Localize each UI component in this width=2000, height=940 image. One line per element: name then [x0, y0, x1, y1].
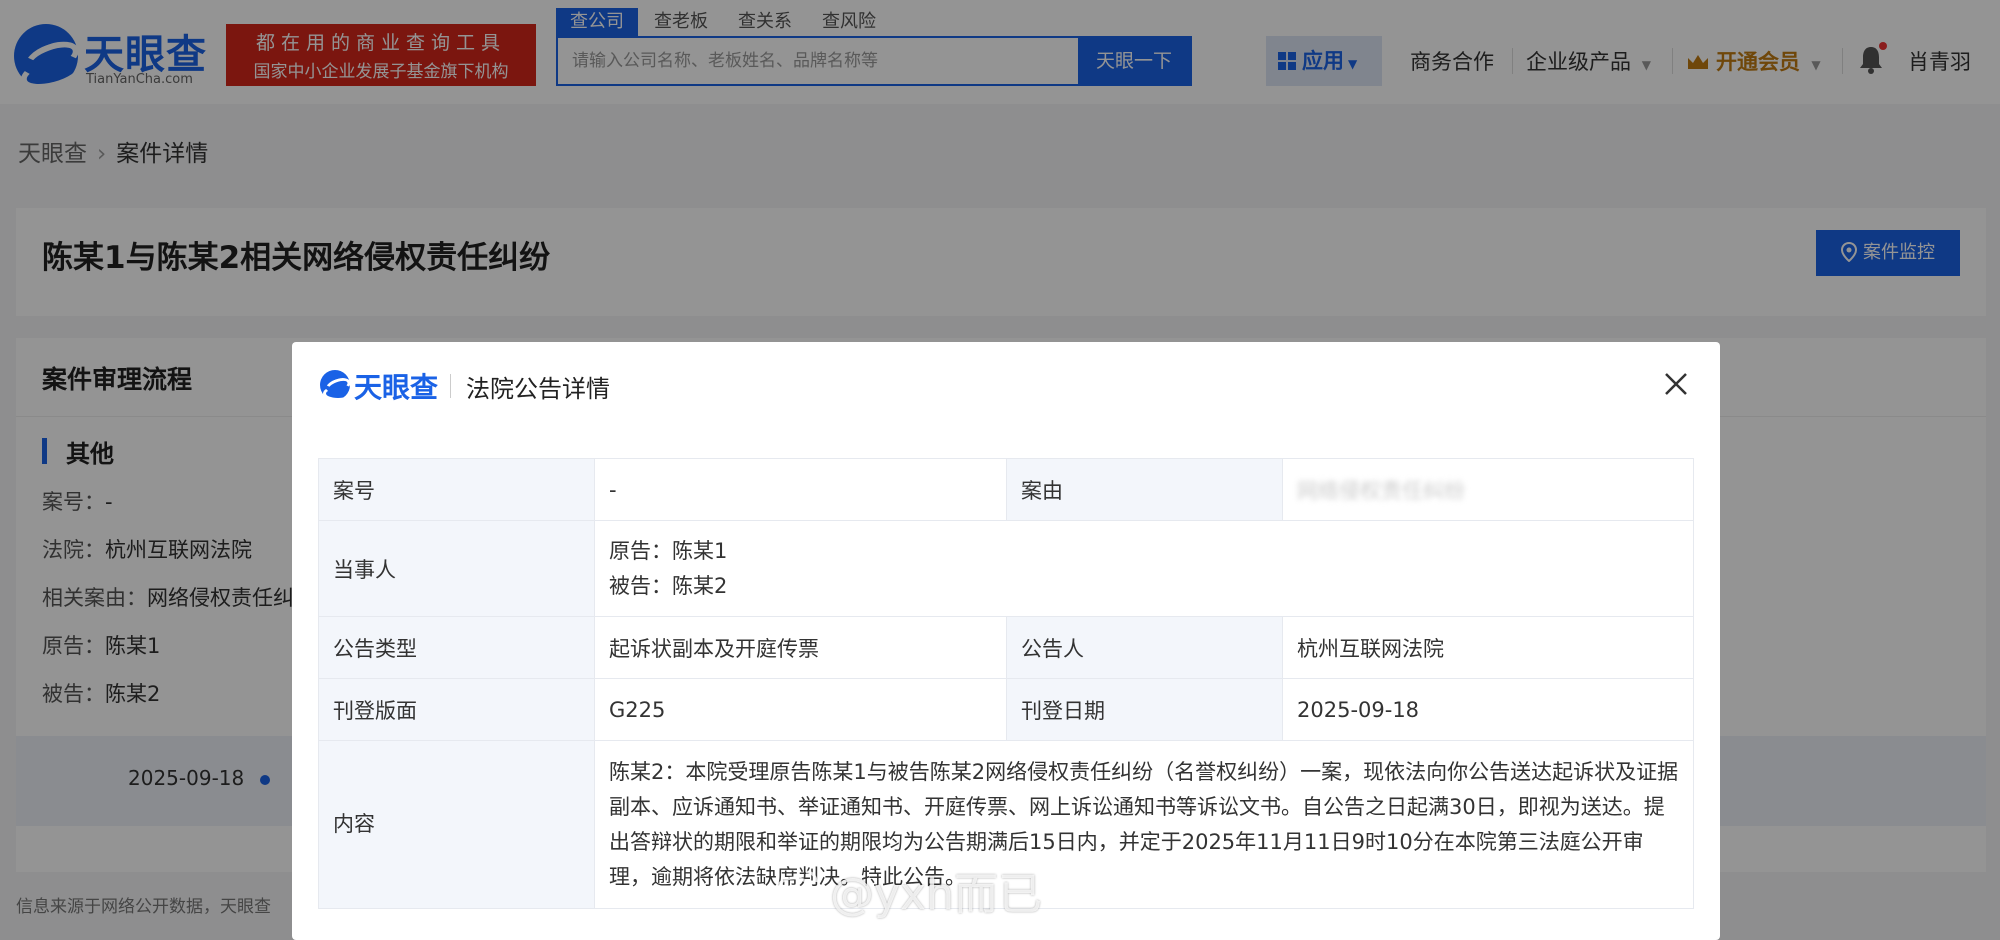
- label-notice-type: 公告类型: [318, 616, 595, 679]
- notice-detail-table: 案号 - 案由 网络侵权责任纠纷 当事人 原告：陈某1 被告：陈某2 公告类型 …: [318, 458, 1694, 909]
- label-page: 刊登版面: [318, 678, 595, 741]
- value-announcer: 杭州互联网法院: [1282, 616, 1694, 679]
- court-notice-modal: 天眼查 法院公告详情 案号 - 案由 网络侵权责任纠纷 当事人 原告：陈某1 被…: [292, 342, 1720, 940]
- weibo-icon: [775, 870, 818, 904]
- table-row: 公告类型 起诉状副本及开庭传票 公告人 杭州互联网法院: [318, 616, 1694, 679]
- plaintiff-line: 原告：陈某1: [609, 538, 728, 563]
- label-announcer: 公告人: [1006, 616, 1283, 679]
- table-row: 刊登版面 G225 刊登日期 2025-09-18: [318, 678, 1694, 741]
- label-parties: 当事人: [318, 520, 595, 617]
- value-notice-type: 起诉状副本及开庭传票: [594, 616, 1007, 679]
- label-case-no: 案号: [318, 458, 595, 521]
- value-cause: 网络侵权责任纠纷: [1282, 458, 1694, 521]
- label-content: 内容: [318, 740, 595, 909]
- value-content: 陈某2：本院受理原告陈某1与被告陈某2网络侵权责任纠纷（名誉权纠纷）一案，现依法…: [594, 740, 1694, 909]
- label-cause: 案由: [1006, 458, 1283, 521]
- value-page: G225: [594, 678, 1007, 741]
- close-icon[interactable]: [1660, 368, 1692, 400]
- watermark: @yxh而已: [830, 869, 1042, 920]
- value-parties: 原告：陈某1 被告：陈某2: [594, 520, 1694, 617]
- table-row: 案号 - 案由 网络侵权责任纠纷: [318, 458, 1694, 521]
- modal-logo-text: 天眼查: [354, 371, 439, 404]
- divider: [450, 374, 451, 398]
- value-date: 2025-09-18: [1282, 678, 1694, 741]
- table-row: 当事人 原告：陈某1 被告：陈某2: [318, 520, 1694, 617]
- defendant-line: 被告：陈某2: [609, 573, 728, 598]
- modal-header: 天眼查 法院公告详情: [292, 342, 1720, 428]
- modal-title: 法院公告详情: [466, 375, 610, 403]
- logo-eye-icon: [320, 370, 353, 401]
- label-date: 刊登日期: [1006, 678, 1283, 741]
- blurred-cause-text: 网络侵权责任纠纷: [1297, 478, 1465, 503]
- value-case-no: -: [594, 458, 1007, 521]
